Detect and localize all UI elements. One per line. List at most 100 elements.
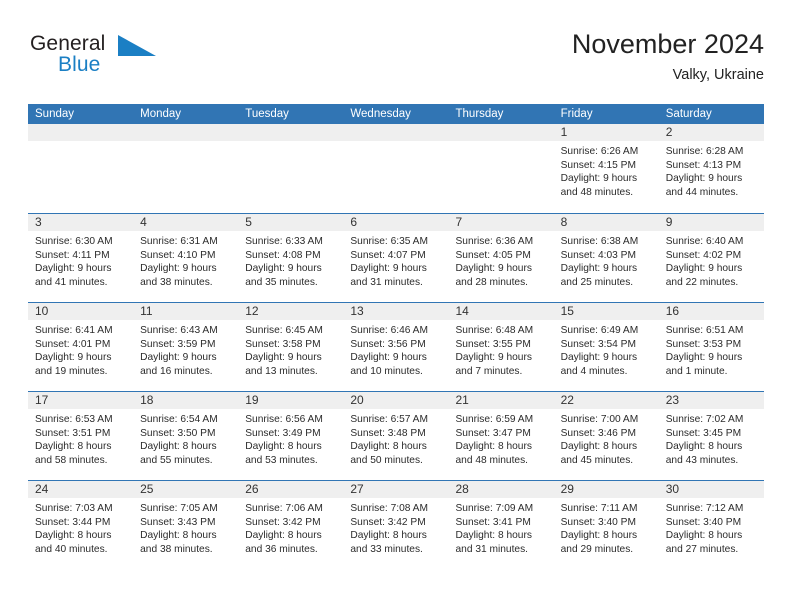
day-number-strip bbox=[28, 124, 134, 141]
daylight-text-line2: and 58 minutes. bbox=[35, 454, 108, 466]
calendar-day-cell[interactable]: 1 Sunrise: 6:26 AM Sunset: 4:15 PM Daylight… bbox=[553, 124, 659, 213]
sunrise-text: Sunrise: 6:36 AM bbox=[455, 236, 534, 247]
calendar-day-cell[interactable]: 6 Sunrise: 6:35 AM Sunset: 4:07 PM Daylight… bbox=[343, 214, 449, 302]
day-details: Sunrise: 6:53 AM Sunset: 3:51 PM Daylight:… bbox=[28, 409, 133, 467]
day-details: Sunrise: 6:45 AM Sunset: 3:58 PM Daylight:… bbox=[238, 320, 343, 378]
calendar-day-cell[interactable]: 25 Sunrise: 7:05 AM Sunset: 3:43 PM Dayligh… bbox=[133, 481, 239, 569]
calendar-day-cell[interactable]: 15 Sunrise: 6:49 AM Sunset: 3:54 PM Dayligh… bbox=[553, 303, 659, 391]
day-number: 19 bbox=[238, 392, 344, 409]
weekday-header-monday: Monday bbox=[140, 108, 182, 120]
calendar-day-cell[interactable]: 28 Sunrise: 7:09 AM Sunset: 3:41 PM Dayligh… bbox=[448, 481, 554, 569]
day-number: 3 bbox=[28, 214, 134, 231]
calendar-day-cell-empty bbox=[448, 124, 554, 213]
day-details: Sunrise: 7:09 AM Sunset: 3:41 PM Daylight:… bbox=[449, 498, 554, 556]
daylight-text-line1: Daylight: 8 hours bbox=[245, 530, 322, 542]
day-details: Sunrise: 6:43 AM Sunset: 3:59 PM Daylight:… bbox=[133, 320, 238, 378]
day-details: Sunrise: 7:06 AM Sunset: 3:42 PM Daylight:… bbox=[238, 498, 343, 556]
calendar-day-cell[interactable]: 11 Sunrise: 6:43 AM Sunset: 3:59 PM Dayligh… bbox=[133, 303, 239, 391]
calendar-day-cell[interactable]: 3 Sunrise: 6:30 AM Sunset: 4:11 PM Daylight… bbox=[28, 214, 134, 302]
calendar-day-cell[interactable]: 4 Sunrise: 6:31 AM Sunset: 4:10 PM Daylight… bbox=[133, 214, 239, 302]
daylight-text-line1: Daylight: 8 hours bbox=[560, 441, 638, 453]
weekday-header-friday: Friday bbox=[560, 108, 593, 120]
sunset-text: Sunset: 3:55 PM bbox=[455, 338, 531, 350]
day-details: Sunrise: 7:08 AM Sunset: 3:42 PM Daylight:… bbox=[343, 498, 448, 556]
weekday-header-wednesday: Wednesday bbox=[350, 108, 411, 120]
day-details: Sunrise: 7:02 AM Sunset: 3:45 PM Daylight:… bbox=[659, 409, 764, 467]
sunset-text: Sunset: 4:11 PM bbox=[35, 249, 110, 261]
day-details: Sunrise: 6:30 AM Sunset: 4:11 PM Daylight:… bbox=[28, 231, 133, 289]
calendar-day-cell[interactable]: 20 Sunrise: 6:57 AM Sunset: 3:48 PM Dayligh… bbox=[343, 392, 449, 480]
calendar-day-cell[interactable]: 10 Sunrise: 6:41 AM Sunset: 4:01 PM Dayligh… bbox=[28, 303, 134, 391]
calendar-day-cell[interactable]: 27 Sunrise: 7:08 AM Sunset: 3:42 PM Dayligh… bbox=[343, 481, 449, 569]
daylight-text-line2: and 1 minute. bbox=[665, 365, 728, 377]
sunset-text: Sunset: 4:01 PM bbox=[35, 338, 111, 350]
calendar-day-cell[interactable]: 12 Sunrise: 6:45 AM Sunset: 3:58 PM Dayligh… bbox=[238, 303, 344, 391]
day-number: 5 bbox=[238, 214, 344, 231]
calendar-day-cell[interactable]: 18 Sunrise: 6:54 AM Sunset: 3:50 PM Dayligh… bbox=[133, 392, 239, 480]
day-number: 28 bbox=[448, 481, 554, 498]
sunrise-text: Sunrise: 6:43 AM bbox=[140, 325, 218, 336]
daylight-text-line2: and 38 minutes. bbox=[140, 276, 213, 288]
calendar-day-cell[interactable]: 17 Sunrise: 6:53 AM Sunset: 3:51 PM Dayligh… bbox=[28, 392, 134, 480]
day-number-strip bbox=[448, 124, 554, 141]
day-details: Sunrise: 7:12 AM Sunset: 3:40 PM Daylight:… bbox=[659, 498, 764, 556]
daylight-text-line1: Daylight: 8 hours bbox=[245, 441, 322, 453]
sunset-text: Sunset: 3:42 PM bbox=[350, 516, 426, 528]
weekday-header-sunday: Sunday bbox=[35, 108, 75, 120]
daylight-text-line1: Daylight: 9 hours bbox=[665, 263, 743, 275]
triangle-icon bbox=[118, 35, 156, 56]
sunrise-text: Sunrise: 7:00 AM bbox=[560, 414, 639, 425]
day-details: Sunrise: 7:00 AM Sunset: 3:46 PM Daylight:… bbox=[554, 409, 659, 467]
daylight-text-line2: and 48 minutes. bbox=[455, 454, 529, 466]
sunset-text: Sunset: 4:07 PM bbox=[350, 249, 426, 261]
sunset-text: Sunset: 3:42 PM bbox=[245, 516, 321, 528]
calendar-day-cell[interactable]: 24 Sunrise: 7:03 AM Sunset: 3:44 PM Dayligh… bbox=[28, 481, 134, 569]
sunrise-text: Sunrise: 6:54 AM bbox=[140, 414, 218, 425]
calendar-table: Sunday Monday Tuesday Wednesday Thursday Frid… bbox=[28, 104, 764, 569]
daylight-text-line2: and 25 minutes. bbox=[560, 276, 634, 288]
daylight-text-line2: and 31 minutes. bbox=[350, 276, 423, 288]
calendar-day-cell[interactable]: 8 Sunrise: 6:38 AM Sunset: 4:03 PM Daylight… bbox=[553, 214, 659, 302]
daylight-text-line1: Daylight: 9 hours bbox=[245, 352, 322, 364]
calendar-body: 1 Sunrise: 6:26 AM Sunset: 4:15 PM Daylight… bbox=[28, 124, 764, 569]
sunset-text: Sunset: 3:53 PM bbox=[665, 338, 742, 350]
calendar-day-cell[interactable]: 30 Sunrise: 7:12 AM Sunset: 3:40 PM Dayligh… bbox=[658, 481, 764, 569]
day-number: 6 bbox=[343, 214, 449, 231]
sunset-text: Sunset: 4:03 PM bbox=[560, 249, 636, 261]
calendar-day-cell-empty bbox=[133, 124, 239, 213]
sunset-text: Sunset: 4:08 PM bbox=[245, 249, 321, 261]
calendar-day-cell[interactable]: 22 Sunrise: 7:00 AM Sunset: 3:46 PM Dayligh… bbox=[553, 392, 659, 480]
day-number: 1 bbox=[553, 124, 659, 141]
calendar-day-cell[interactable]: 16 Sunrise: 6:51 AM Sunset: 3:53 PM Dayligh… bbox=[658, 303, 764, 391]
daylight-text-line1: Daylight: 8 hours bbox=[455, 530, 532, 542]
calendar-day-cell[interactable]: 26 Sunrise: 7:06 AM Sunset: 3:42 PM Dayligh… bbox=[238, 481, 344, 569]
daylight-text-line1: Daylight: 8 hours bbox=[350, 441, 427, 453]
page-header: General Blue November 2024 Valky, Ukrain… bbox=[28, 28, 764, 96]
day-number-strip bbox=[343, 124, 449, 141]
sunset-text: Sunset: 3:40 PM bbox=[665, 516, 742, 528]
calendar-day-cell[interactable]: 19 Sunrise: 6:56 AM Sunset: 3:49 PM Dayligh… bbox=[238, 392, 344, 480]
calendar-day-cell[interactable]: 9 Sunrise: 6:40 AM Sunset: 4:02 PM Daylight… bbox=[658, 214, 764, 302]
calendar-day-cell[interactable]: 14 Sunrise: 6:48 AM Sunset: 3:55 PM Dayligh… bbox=[448, 303, 554, 391]
calendar-day-cell[interactable]: 23 Sunrise: 7:02 AM Sunset: 3:45 PM Dayligh… bbox=[658, 392, 764, 480]
daylight-text-line2: and 43 minutes. bbox=[665, 454, 739, 466]
calendar-day-cell[interactable]: 29 Sunrise: 7:11 AM Sunset: 3:40 PM Dayligh… bbox=[553, 481, 659, 569]
brand-logo[interactable]: General Blue bbox=[28, 32, 228, 88]
day-details: Sunrise: 6:26 AM Sunset: 4:15 PM Daylight:… bbox=[554, 141, 659, 199]
sunrise-text: Sunrise: 6:56 AM bbox=[245, 414, 323, 425]
sunset-text: Sunset: 3:40 PM bbox=[560, 516, 636, 528]
daylight-text-line1: Daylight: 8 hours bbox=[140, 530, 217, 542]
daylight-text-line1: Daylight: 9 hours bbox=[140, 352, 217, 364]
calendar-day-cell[interactable]: 2 Sunrise: 6:28 AM Sunset: 4:13 PM Daylight… bbox=[658, 124, 764, 213]
calendar-day-cell[interactable]: 7 Sunrise: 6:36 AM Sunset: 4:05 PM Daylight… bbox=[448, 214, 554, 302]
calendar-day-cell[interactable]: 5 Sunrise: 6:33 AM Sunset: 4:08 PM Daylight… bbox=[238, 214, 344, 302]
sunset-text: Sunset: 4:05 PM bbox=[455, 249, 531, 261]
calendar-day-cell[interactable]: 13 Sunrise: 6:46 AM Sunset: 3:56 PM Dayligh… bbox=[343, 303, 449, 391]
sunset-text: Sunset: 4:10 PM bbox=[140, 249, 216, 261]
daylight-text-line2: and 41 minutes. bbox=[35, 276, 108, 288]
calendar-day-cell[interactable]: 21 Sunrise: 6:59 AM Sunset: 3:47 PM Dayligh… bbox=[448, 392, 554, 480]
daylight-text-line1: Daylight: 8 hours bbox=[35, 441, 112, 453]
daylight-text-line1: Daylight: 9 hours bbox=[35, 352, 112, 364]
sunrise-text: Sunrise: 7:12 AM bbox=[665, 503, 744, 514]
calendar-week-row: 3 Sunrise: 6:30 AM Sunset: 4:11 PM Daylight… bbox=[28, 213, 764, 302]
